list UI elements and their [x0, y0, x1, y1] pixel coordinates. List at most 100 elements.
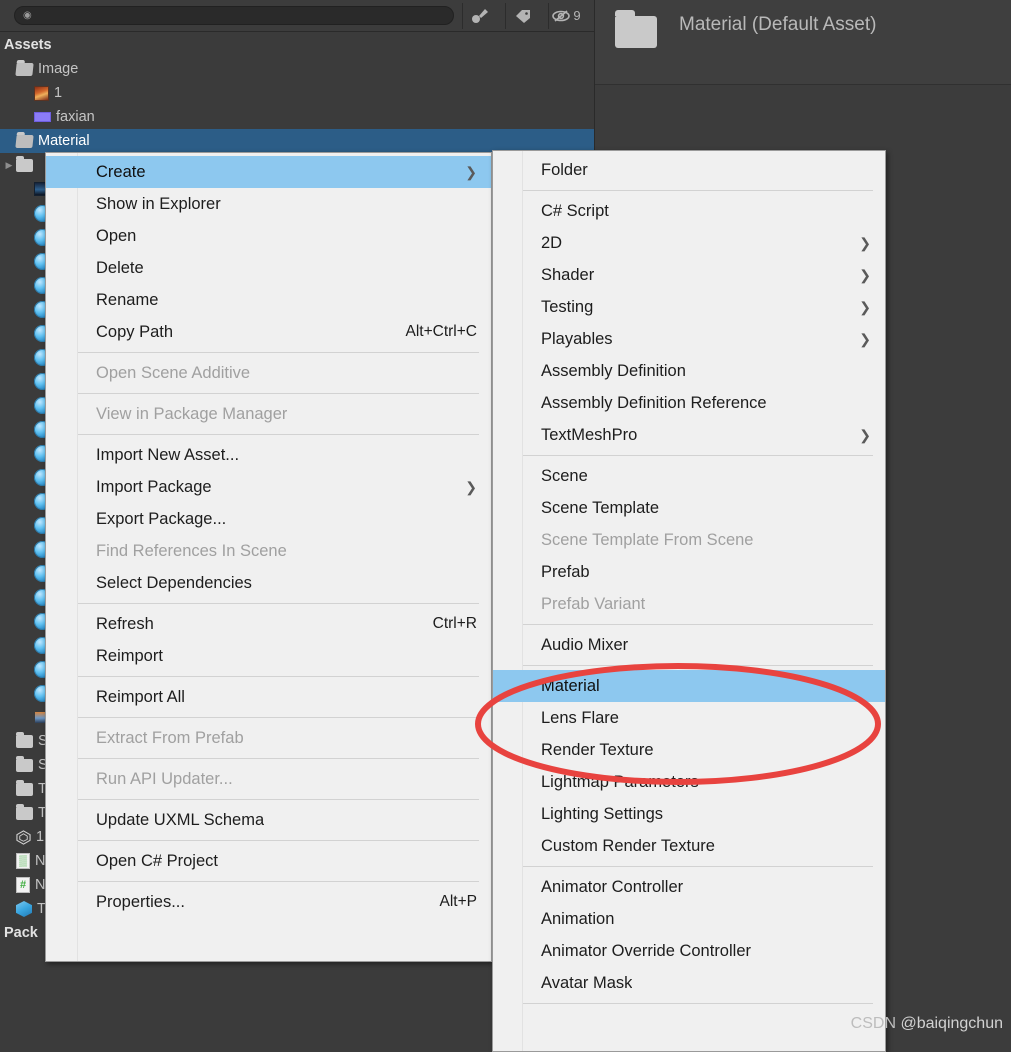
watermark: CSDN @baiqingchun — [851, 1015, 1003, 1033]
menu-item-scene-template[interactable]: Scene Template — [493, 492, 885, 524]
menu-item-lighting-settings[interactable]: Lighting Settings — [493, 798, 885, 830]
menu-item-reimport-all[interactable]: Reimport All — [46, 681, 491, 713]
menu-item-shader[interactable]: Shader ❯ — [493, 259, 885, 291]
menu-item-scene[interactable]: Scene — [493, 460, 885, 492]
menu-separator — [78, 676, 479, 677]
menu-item-open[interactable]: Open — [46, 220, 491, 252]
menu-separator — [78, 393, 479, 394]
menu-item-label: Scene Template From Scene — [541, 530, 754, 549]
menu-item-label: Material — [541, 676, 600, 695]
menu-item-lightmap-parameters[interactable]: Lightmap Parameters — [493, 766, 885, 798]
menu-item-textmeshpro[interactable]: TextMeshPro ❯ — [493, 419, 885, 451]
tree-row[interactable]: Assets — [0, 33, 594, 57]
menu-item-label: Open C# Project — [96, 851, 218, 870]
folder-icon — [16, 731, 33, 748]
menu-separator — [523, 455, 873, 456]
inspector-header: Material (Default Asset) — [595, 0, 1011, 85]
menu-item-rename[interactable]: Rename — [46, 284, 491, 316]
menu-item-refresh[interactable]: Refresh Ctrl+R — [46, 608, 491, 640]
menu-item-copy-path[interactable]: Copy Path Alt+Ctrl+C — [46, 316, 491, 348]
menu-item-label: Open Scene Additive — [96, 363, 251, 382]
menu-item-label: Assembly Definition Reference — [541, 393, 767, 412]
menu-item-label: Render Texture — [541, 740, 654, 759]
menu-item-label: Rename — [96, 290, 159, 309]
tree-row[interactable]: Image — [0, 57, 594, 81]
tree-row-label: 1 — [54, 85, 63, 101]
menu-separator — [78, 881, 479, 882]
menu-item-find-references-in-scene: Find References In Scene — [46, 535, 491, 567]
menu-item-prefab-variant: Prefab Variant — [493, 588, 885, 620]
asset-context-menu[interactable]: Create ❯ Show in Explorer Open Delete Rename C… — [45, 152, 492, 962]
menu-item-import-new-asset[interactable]: Import New Asset... — [46, 439, 491, 471]
tree-row[interactable]: 1 — [0, 81, 594, 105]
menu-item-open-c-project[interactable]: Open C# Project — [46, 845, 491, 877]
menu-item-select-dependencies[interactable]: Select Dependencies — [46, 567, 491, 599]
search-field[interactable]: ◉ — [14, 6, 454, 25]
chevron-right-icon: ❯ — [465, 479, 477, 495]
texture-icon — [34, 85, 49, 101]
menu-item-reimport[interactable]: Reimport — [46, 640, 491, 672]
menu-item-label: Import New Asset... — [96, 445, 240, 464]
page-title: Material (Default Asset) — [679, 14, 877, 35]
menu-item-label: Scene — [541, 466, 588, 485]
menu-item-import-package[interactable]: Import Package ❯ — [46, 471, 491, 503]
menu-item-delete[interactable]: Delete — [46, 252, 491, 284]
menu-item-label: Scene Template — [541, 498, 660, 517]
menu-item-testing[interactable]: Testing ❯ — [493, 291, 885, 323]
menu-separator — [523, 866, 873, 867]
menu-item-shortcut: Ctrl+R — [432, 615, 477, 632]
menu-item-lens-flare[interactable]: Lens Flare — [493, 702, 885, 734]
saved-search-icon[interactable]: 9 — [549, 3, 583, 29]
type-filter-icon[interactable] — [463, 3, 497, 29]
menu-item-label: C# Script — [541, 201, 609, 220]
menu-item-show-in-explorer[interactable]: Show in Explorer — [46, 188, 491, 220]
menu-item-c-script[interactable]: C# Script — [493, 195, 885, 227]
menu-item-animator-controller[interactable]: Animator Controller — [493, 871, 885, 903]
menu-item-label: Create — [96, 162, 146, 181]
menu-separator — [523, 624, 873, 625]
tree-row-label: Material — [38, 133, 90, 149]
chevron-right-icon[interactable]: ▶ — [2, 160, 16, 171]
create-submenu[interactable]: Folder C# Script 2D ❯ Shader ❯ Testing ❯ Playabl… — [492, 150, 886, 1052]
menu-item-assembly-definition-reference[interactable]: Assembly Definition Reference — [493, 387, 885, 419]
search-input[interactable] — [36, 8, 445, 23]
label-filter-icon[interactable] — [506, 3, 540, 29]
menu-separator — [78, 758, 479, 759]
chevron-right-icon: ❯ — [859, 299, 871, 315]
menu-item-assembly-definition[interactable]: Assembly Definition — [493, 355, 885, 387]
menu-item-label: Reimport — [96, 646, 163, 665]
menu-item-custom-render-texture[interactable]: Custom Render Texture — [493, 830, 885, 862]
menu-separator — [78, 352, 479, 353]
menu-item-material[interactable]: Material — [493, 670, 885, 702]
menu-item-avatar-mask[interactable]: Avatar Mask — [493, 967, 885, 999]
menu-item-audio-mixer[interactable]: Audio Mixer — [493, 629, 885, 661]
menu-item-label: Show in Explorer — [96, 194, 221, 213]
menu-separator — [78, 799, 479, 800]
menu-item-update-uxml-schema[interactable]: Update UXML Schema — [46, 804, 491, 836]
menu-item-prefab[interactable]: Prefab — [493, 556, 885, 588]
menu-item-label: Shader — [541, 265, 595, 284]
menu-item-label: Delete — [96, 258, 144, 277]
menu-item-render-texture[interactable]: Render Texture — [493, 734, 885, 766]
menu-item-animator-override-controller[interactable]: Animator Override Controller — [493, 935, 885, 967]
menu-item-animation[interactable]: Animation — [493, 903, 885, 935]
menu-item-2d[interactable]: 2D ❯ — [493, 227, 885, 259]
chevron-right-icon: ❯ — [859, 427, 871, 443]
menu-item-properties[interactable]: Properties... Alt+P — [46, 886, 491, 918]
menu-item-label: Animation — [541, 909, 615, 928]
menu-item-label: Animator Controller — [541, 877, 684, 896]
menu-item-folder[interactable]: Folder — [493, 154, 885, 186]
material-swatch-icon — [34, 112, 51, 122]
menu-item-label: View in Package Manager — [96, 404, 288, 423]
menu-item-export-package[interactable]: Export Package... — [46, 503, 491, 535]
menu-item-label: Run API Updater... — [96, 769, 233, 788]
prefab-icon — [16, 901, 32, 917]
unity-scene-icon — [16, 829, 31, 845]
menu-item-label: Playables — [541, 329, 613, 348]
tree-row-label: 1 — [36, 829, 45, 845]
tree-row[interactable]: faxian — [0, 105, 594, 129]
menu-item-create[interactable]: Create ❯ — [46, 156, 491, 188]
menu-separator — [523, 665, 873, 666]
folder-icon — [16, 155, 33, 172]
menu-item-playables[interactable]: Playables ❯ — [493, 323, 885, 355]
